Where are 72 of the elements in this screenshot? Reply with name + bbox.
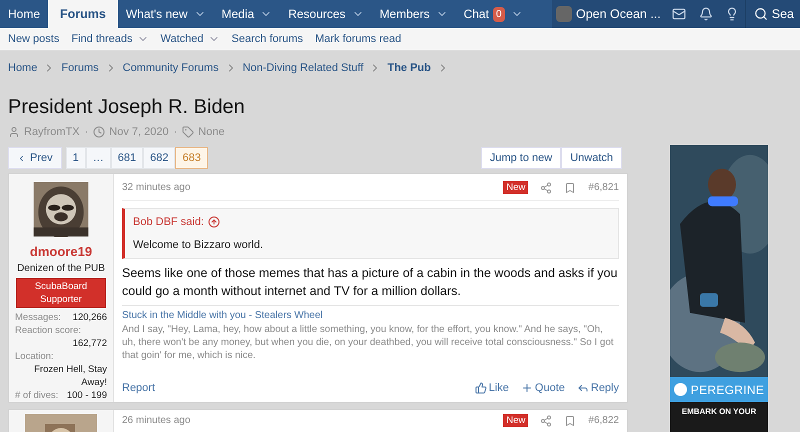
bell-icon[interactable] [698,7,713,21]
post-action-link[interactable]: Like [474,380,509,396]
user-title: Denizen of the PUB [17,262,105,276]
user-icon [8,126,20,138]
chevron-left-icon [17,154,26,162]
nav-tab[interactable]: Media [214,0,280,28]
stat-value: 120,266 [72,311,107,324]
subnav-link[interactable]: New posts [8,30,60,48]
thread-title: President Joseph R. Biden [7,94,246,118]
page-button[interactable]: … [86,147,111,169]
thread-action-button[interactable]: Unwatch [561,147,622,169]
separator-dot: · [84,124,88,140]
subnav-link[interactable]: Watched [160,30,220,48]
stat-value: 100 - 199 [66,389,107,402]
count-badge: 0 [492,6,504,22]
breadcrumb-link[interactable]: Non-Diving Related Stuff [242,60,364,76]
subnav-link[interactable]: Find threads [71,30,149,48]
breadcrumb-link[interactable]: Home [8,60,38,76]
stat-label: Messages: [15,311,61,324]
breadcrumb-link[interactable]: Forums [61,60,99,76]
share-icon[interactable] [540,414,552,426]
nav-tab[interactable]: Members [372,0,456,28]
bookmark-icon[interactable] [564,182,576,194]
nav-tab[interactable]: Resources [280,0,372,28]
subnav-link[interactable]: Mark forums read [315,30,402,48]
page-button[interactable]: 1 [66,147,86,169]
subnav-link[interactable]: Search forums [232,30,304,48]
username[interactable]: dmoore19 [30,242,92,261]
nav-tab[interactable]: What's new [118,0,214,28]
share-icon[interactable] [540,182,552,194]
bookmark-icon[interactable] [564,414,576,426]
separator-dot: · [174,124,178,140]
mail-icon[interactable] [672,7,686,21]
quote-text: Welcome to Bizzaro world. [133,238,264,252]
avatar-icon [556,6,572,22]
prev-button[interactable]: Prev [8,147,62,169]
clock-icon [93,126,106,138]
thumbs-up-icon [474,382,487,394]
quote-author[interactable]: Bob DBF said: [133,214,204,230]
post-action-link[interactable]: Reply [576,380,619,396]
page-button[interactable]: 681 [110,147,144,169]
search-icon [754,7,768,21]
stat-label: Location: [15,350,55,363]
post-action-link[interactable]: Quote [520,380,565,396]
account-link[interactable]: Open Ocean ... [552,0,665,28]
plus-icon [520,382,533,394]
signature-title[interactable]: Stuck in the Middle with you - Stealers Wheel [122,308,619,323]
nav-tab[interactable]: Home [0,0,48,28]
thread-date: Nov 7, 2020 [109,124,169,140]
stat-value: 162,772 [72,337,107,350]
arrow-up-icon[interactable] [208,216,220,228]
page-button[interactable]: 682 [143,147,176,169]
ad-tagline: EMBARK ON YOUR [682,407,756,417]
tag-icon [182,126,194,138]
nav-tab[interactable]: Forums [48,0,118,28]
breadcrumb-link[interactable]: The Pub [387,60,431,76]
ad-banner[interactable]: PEREGRINE EMBARK ON YOUR [670,145,768,432]
stat-value: Frozen Hell, Stay Away! [33,363,107,389]
thread-action-button[interactable]: Jump to new [480,147,562,169]
nav-tab[interactable]: Chat 0 [456,0,530,28]
signature-text: And I say, "Hey, Lama, hey, how about a little something, you know, for the effort, you know." And he says, "Oh, uh, there won't be any money, but when you die, on your deathbed, you will receive total consciousness." So I got that goin' for me, which is nice. [122,323,614,362]
stat-label: Reaction score: [15,324,82,337]
post-body: Seems like one of those memes that has a picture of a cabin in the woods and asks if you could go a month without internet and TV for a million dollars. [122,265,618,300]
ad-brand: PEREGRINE [690,382,764,398]
supporter-banner: ScubaBoard Supporter [16,278,106,308]
thread-tags: None [198,124,225,140]
report-link[interactable]: Report [122,380,156,396]
stat-label: # of dives: [15,389,58,402]
breadcrumb-link[interactable]: Community Forums [122,60,219,76]
logo-icon [674,383,687,396]
new-badge: New [503,414,528,427]
new-badge: New [503,181,528,194]
